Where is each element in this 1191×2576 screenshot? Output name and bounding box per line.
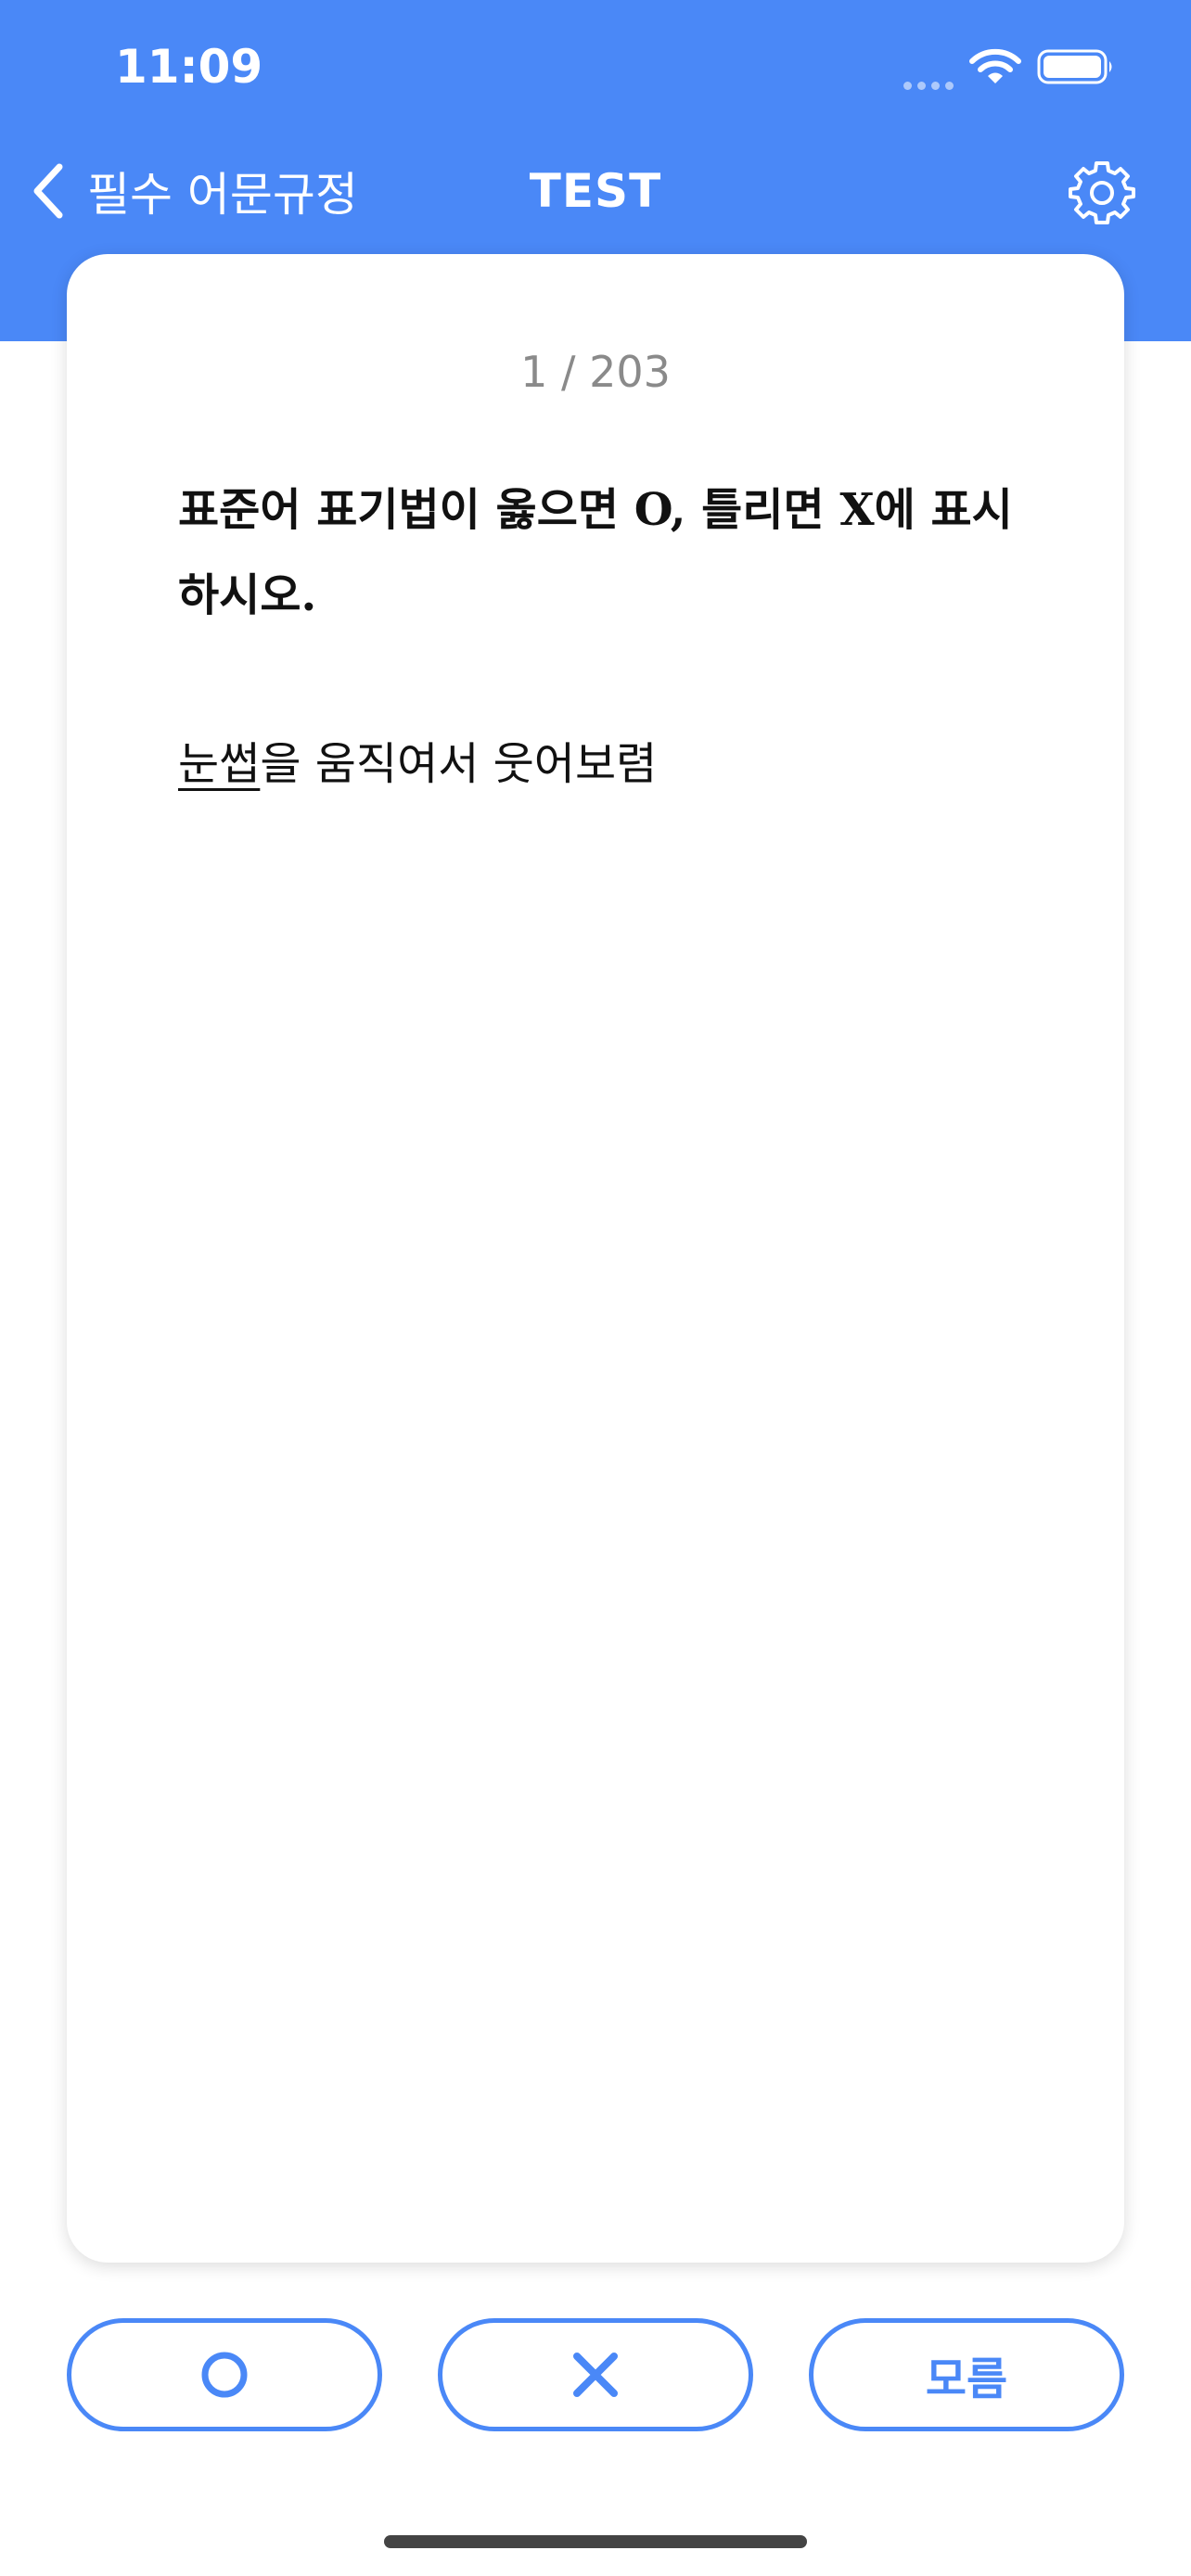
page-title: TEST	[529, 164, 662, 218]
status-time: 11:09	[115, 40, 263, 94]
answer-unknown-button[interactable]: 모름	[809, 2318, 1124, 2431]
target-word: 눈썹	[178, 738, 261, 790]
answer-x-button[interactable]	[438, 2318, 753, 2431]
circle-o-icon	[201, 2352, 248, 2398]
sentence-rest: 을 움직여서 웃어보렴	[260, 738, 658, 790]
gear-icon[interactable]	[1067, 158, 1137, 228]
signal-dots-icon	[903, 76, 959, 94]
answer-unknown-label: 모름	[925, 2353, 1008, 2405]
question-card: 1 / 203 표준어 표기법이 옳으면 O, 틀리면 X에 표시하시오. 눈썹…	[67, 254, 1124, 2263]
chevron-left-icon	[33, 163, 63, 219]
cross-x-icon	[573, 2353, 618, 2397]
question-text: 표준어 표기법이 옳으면 O, 틀리면 X에 표시하시오.	[178, 484, 1013, 621]
battery-icon	[1037, 49, 1112, 84]
home-indicator[interactable]	[384, 2535, 807, 2548]
answer-o-button[interactable]	[67, 2318, 382, 2431]
wifi-icon	[969, 48, 1021, 83]
progress-counter: 1 / 203	[520, 347, 671, 397]
back-button[interactable]: 필수 어문규정	[28, 156, 358, 226]
back-button-label: 필수 어문규정	[87, 168, 358, 222]
example-sentence: 눈썹을 움직여서 웃어보렴	[178, 727, 1013, 801]
